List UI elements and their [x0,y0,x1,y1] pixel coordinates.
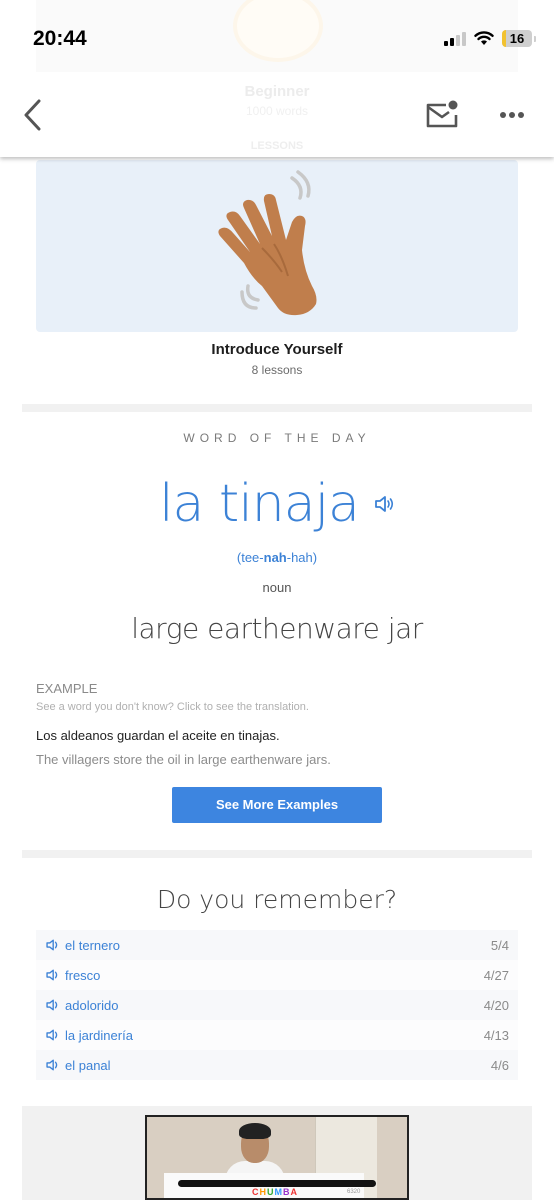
status-icons: 16 [444,30,536,47]
pronunciation: (tee-nah-hah) [0,550,554,565]
remember-word[interactable]: el panal [65,1058,491,1073]
pronunciation-stress: nah [263,550,287,565]
remember-date: 4/6 [490,1057,509,1073]
section-divider [22,850,532,858]
status-time: 20:44 [33,27,87,50]
remember-date: 5/4 [490,937,509,953]
speaker-icon[interactable] [45,938,60,952]
cellular-signal-icon [444,31,466,46]
speaker-icon[interactable] [45,998,60,1012]
see-more-examples-button[interactable]: See More Examples [172,787,382,823]
remember-item[interactable]: la jardinería 4/13 [36,1020,518,1050]
ad-number: 6320 [347,1189,361,1195]
example-sentence-spanish[interactable]: Los aldeanos guardan el aceite en tinaja… [36,728,280,743]
word-of-the-day-heading: la tinaja [0,474,554,534]
play-audio-button[interactable] [373,494,395,514]
waving-hand-icon [218,170,317,316]
lesson-title[interactable]: Introduce Yourself [0,341,554,358]
word-of-the-day-label: WORD OF THE DAY [183,431,371,445]
more-dot [509,112,515,118]
word-of-the-day-word: la tinaja [159,474,360,534]
more-dot [518,112,524,118]
speaker-icon[interactable] [45,1028,60,1042]
remember-date: 4/13 [483,1027,509,1043]
speaker-icon[interactable] [45,1058,60,1072]
part-of-speech: noun [262,580,292,595]
definition: large earthenware jar [131,612,423,645]
back-button[interactable] [20,98,46,132]
remember-item[interactable]: el ternero 5/4 [36,930,518,960]
remember-word[interactable]: fresco [65,968,484,983]
pronunciation-pre: (tee- [236,550,264,565]
remember-date: 4/20 [483,997,509,1013]
ad-person-hair [239,1123,271,1139]
remember-word[interactable]: el ternero [65,938,491,953]
ghost-level-title: Beginner [244,83,310,100]
ad-video[interactable]: CHUMBA 6320 [145,1115,409,1200]
mail-notification-icon [426,100,458,128]
ad-brand-logo: CHUMBA [252,1187,298,1197]
ghost-section-label: LESSONS [250,140,304,152]
lesson-count: 8 lessons [251,363,303,377]
ghost-level-subtitle: 1000 words [245,104,309,118]
battery-icon: 16 [502,30,532,47]
speaker-icon[interactable] [45,968,60,982]
remember-title: Do you remember? [156,885,398,914]
remember-word[interactable]: adolorido [65,998,484,1013]
home-indicator[interactable] [178,1180,376,1187]
remember-list: el ternero 5/4 fresco 4/27 adolorido 4/2… [36,930,518,1080]
speaker-icon [375,496,393,512]
remember-item[interactable]: fresco 4/27 [36,960,518,990]
remember-item[interactable]: adolorido 4/20 [36,990,518,1020]
lesson-card[interactable] [36,160,518,332]
remember-date: 4/27 [483,967,509,983]
example-hint: See a word you don't know? Click to see … [36,701,309,713]
back-chevron-icon [24,99,41,131]
remember-word[interactable]: la jardinería [65,1028,484,1043]
top-navigation-bar: Beginner 1000 words LESSONS 20:44 16 [0,0,554,157]
more-options-button[interactable] [497,106,527,124]
wifi-icon [474,31,494,45]
more-dots-icon [500,112,506,118]
example-label: EXAMPLE [36,681,98,696]
battery-tip [534,35,536,42]
inbox-button[interactable] [424,100,460,130]
pronunciation-post: -hah) [286,550,318,565]
section-divider [22,404,532,412]
example-sentence-english: The villagers store the oil in large ear… [36,752,331,767]
remember-item[interactable]: el panal 4/6 [36,1050,518,1080]
